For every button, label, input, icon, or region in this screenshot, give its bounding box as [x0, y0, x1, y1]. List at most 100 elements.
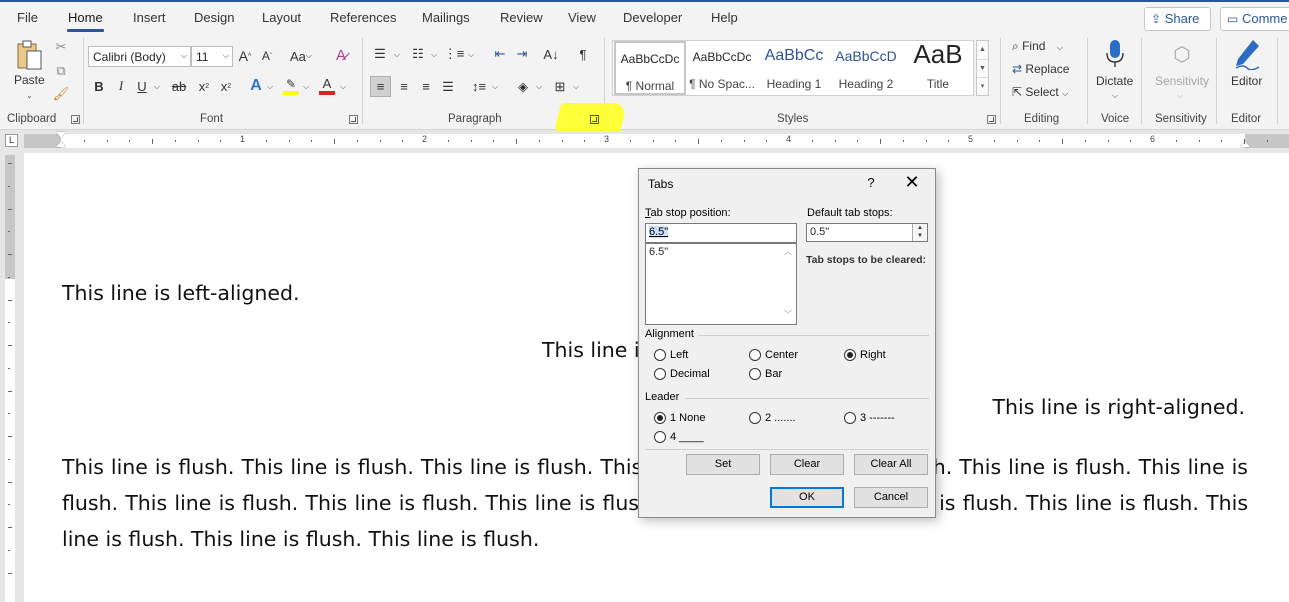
underline-button[interactable]: U — [135, 77, 149, 95]
shading-icon[interactable]: ◈ — [514, 76, 532, 97]
clear-all-button[interactable]: Clear All — [854, 454, 928, 475]
tab-review[interactable]: Review — [500, 10, 543, 25]
left-aligned-line[interactable]: This line is left-aligned. — [62, 281, 300, 305]
show-formatting-icon[interactable]: ¶ — [575, 46, 591, 62]
set-button[interactable]: Set — [686, 454, 760, 475]
multilevel-list-icon[interactable]: ⋮≡ — [444, 46, 465, 62]
chevron-down-icon[interactable]: ⌵ — [431, 50, 437, 60]
font-size-combo[interactable]: 11 ⌵ — [191, 46, 233, 67]
spin-up-icon[interactable]: ▲ — [913, 224, 927, 232]
editor-button[interactable]: Editor — [1231, 74, 1262, 88]
chevron-up-icon[interactable]: ▲ — [977, 41, 988, 59]
chevron-down-icon[interactable]: ⌵ — [573, 82, 579, 92]
chevron-down-icon[interactable]: ⌵ — [340, 82, 346, 92]
style-heading-1[interactable]: AaBbCc Heading 1 — [758, 41, 830, 95]
more-styles-icon[interactable]: ▾ — [977, 77, 988, 95]
tab-layout[interactable]: Layout — [262, 10, 301, 25]
editor-icon[interactable] — [1232, 38, 1262, 70]
vertical-ruler[interactable] — [5, 155, 15, 602]
cut-icon[interactable]: ✂ — [54, 39, 68, 55]
tab-help[interactable]: Help — [711, 10, 738, 25]
decrease-indent-icon[interactable]: ⇤ — [492, 46, 508, 62]
alignment-left-radio[interactable]: Left — [654, 349, 688, 361]
justify-icon[interactable]: ☰ — [439, 76, 457, 97]
chevron-down-icon[interactable]: ⌵ — [154, 82, 160, 92]
share-button[interactable]: ⇪ Share — [1144, 7, 1211, 31]
bullets-icon[interactable]: ☰ — [372, 46, 388, 62]
horizontal-ruler[interactable]: 1 2 3 4 5 6 — [24, 132, 1289, 148]
format-painter-icon[interactable]: 🖌 — [53, 86, 70, 102]
tab-view[interactable]: View — [568, 10, 596, 25]
highlight-color-icon[interactable]: ✎ — [282, 76, 300, 96]
list-scrollbar[interactable]: ︿ ﹀ — [780, 244, 796, 324]
alignment-right-radio[interactable]: Right — [844, 349, 886, 361]
replace-button[interactable]: ⇄ Replace — [1012, 62, 1069, 76]
style-normal[interactable]: AaBbCcDc ¶ Normal — [614, 41, 686, 95]
chevron-up-icon[interactable]: ︿ — [780, 246, 796, 257]
tab-design[interactable]: Design — [194, 10, 234, 25]
line-spacing-icon[interactable]: ↕≡ — [470, 76, 488, 97]
chevron-down-icon[interactable]: ﹀ — [780, 309, 796, 320]
alignment-decimal-radio[interactable]: Decimal — [654, 368, 710, 380]
bold-button[interactable]: B — [92, 77, 106, 95]
paste-label[interactable]: Paste — [14, 73, 45, 87]
tab-mailings[interactable]: Mailings — [422, 10, 470, 25]
font-launcher-icon[interactable] — [349, 115, 358, 124]
close-icon[interactable]: ✕ — [901, 172, 923, 193]
styles-scroll[interactable]: ▲ ▼ ▾ — [976, 40, 989, 96]
font-color-icon[interactable]: A — [318, 76, 336, 96]
borders-icon[interactable]: ⊞ — [551, 76, 569, 97]
dictate-label[interactable]: Dictate — [1096, 74, 1133, 88]
right-aligned-line[interactable]: This line is right-aligned. — [993, 395, 1245, 419]
comments-button[interactable]: ▭ Comme — [1220, 7, 1289, 31]
tab-stop-position-input[interactable]: 6.5" — [645, 223, 797, 243]
leader-dashes-radio[interactable]: 3 ------- — [844, 412, 895, 424]
font-name-combo[interactable]: Calibri (Body) ⌵ — [88, 46, 191, 67]
clipboard-launcher-icon[interactable] — [71, 115, 80, 124]
cancel-button[interactable]: Cancel — [854, 487, 928, 508]
style-heading-2[interactable]: AaBbCcD Heading 2 — [830, 41, 902, 95]
sort-icon[interactable]: A↓ — [542, 46, 560, 62]
paste-dropdown-icon[interactable]: ⌄ — [26, 91, 33, 100]
subscript-button[interactable]: x2 — [196, 77, 212, 95]
default-tab-stops-input[interactable]: 0.5" — [806, 223, 928, 242]
shrink-font-icon[interactable]: Aˇ — [259, 46, 275, 66]
chevron-down-icon[interactable]: ⌵ — [492, 82, 498, 92]
tab-references[interactable]: References — [330, 10, 396, 25]
first-line-indent-marker[interactable] — [56, 132, 66, 138]
clear-formatting-icon[interactable]: A̷ — [332, 45, 350, 65]
select-button[interactable]: ⇱ Select ⌵ — [1012, 85, 1068, 99]
leader-none-radio[interactable]: 1 None — [654, 412, 705, 424]
tab-insert[interactable]: Insert — [133, 10, 166, 25]
tab-selector[interactable]: L — [5, 134, 18, 147]
style-title[interactable]: AaB Title — [902, 39, 974, 95]
find-button[interactable]: ⌕ Find ⌵ — [1012, 39, 1063, 54]
hanging-indent-marker[interactable] — [56, 141, 66, 147]
clear-button[interactable]: Clear — [770, 454, 844, 475]
microphone-icon[interactable] — [1103, 39, 1127, 69]
chevron-down-icon[interactable]: ⌵ — [303, 82, 309, 92]
grow-font-icon[interactable]: A ^ — [237, 46, 253, 66]
italic-button[interactable]: I — [114, 77, 128, 95]
chevron-down-icon[interactable]: ⌵ — [468, 50, 474, 60]
alignment-bar-radio[interactable]: Bar — [749, 368, 782, 380]
text-effects-icon[interactable]: A — [247, 76, 265, 96]
leader-underline-radio[interactable]: 4 ____ — [654, 431, 704, 443]
spin-down-icon[interactable]: ▼ — [913, 232, 927, 240]
right-indent-marker[interactable] — [1240, 141, 1250, 147]
tab-home[interactable]: Home — [67, 10, 104, 32]
list-item[interactable]: 6.5" — [649, 246, 668, 258]
alignment-center-radio[interactable]: Center — [749, 349, 798, 361]
strikethrough-button[interactable]: ab — [170, 77, 188, 95]
tab-stops-list[interactable]: 6.5" ︿ ﹀ — [645, 243, 797, 325]
default-tab-stops-spinner[interactable]: ▲ ▼ — [912, 224, 927, 241]
chevron-down-icon[interactable]: ⌵ — [267, 82, 273, 92]
chevron-down-icon[interactable]: ▼ — [977, 59, 988, 77]
tab-developer[interactable]: Developer — [623, 10, 682, 25]
chevron-down-icon[interactable]: ⌵ — [394, 50, 400, 60]
copy-icon[interactable]: ⧉ — [54, 63, 68, 79]
chevron-down-icon[interactable]: ⌵ — [1112, 91, 1118, 101]
help-icon[interactable]: ? — [864, 175, 878, 190]
leader-dots-radio[interactable]: 2 ....... — [749, 412, 796, 424]
numbering-icon[interactable]: ☷ — [410, 46, 426, 62]
